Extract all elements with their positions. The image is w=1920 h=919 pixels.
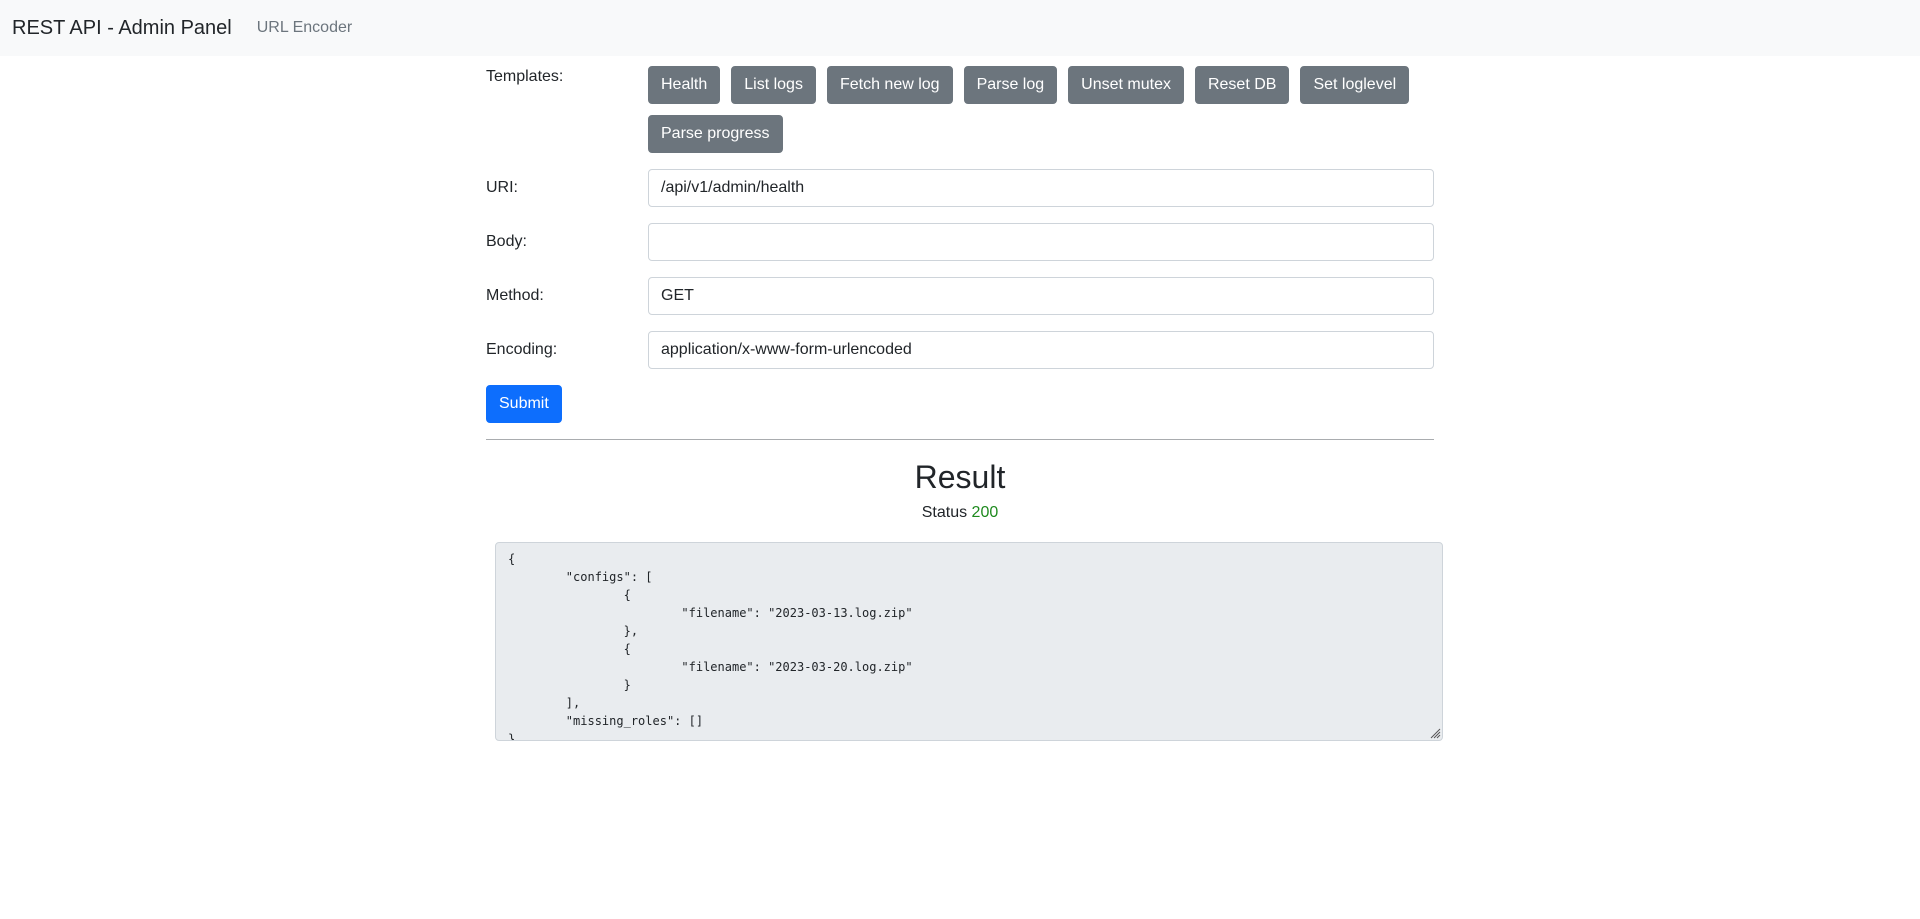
main-form: Templates: Health List logs Fetch new lo… [486, 56, 1434, 522]
encoding-label: Encoding: [486, 341, 558, 358]
encoding-select[interactable] [648, 331, 1434, 369]
result-title: Result [914, 459, 1006, 495]
uri-label: URI: [486, 179, 518, 196]
method-select[interactable] [648, 277, 1434, 315]
navbar-brand[interactable]: REST API - Admin Panel [12, 17, 232, 40]
templates-buttons: Health List logs Fetch new log Parse log… [648, 66, 1434, 153]
template-button-list-logs[interactable]: List logs [731, 66, 816, 104]
template-button-unset-mutex[interactable]: Unset mutex [1068, 66, 1184, 104]
templates-row: Templates: Health List logs Fetch new lo… [486, 66, 1434, 153]
uri-input[interactable] [648, 169, 1434, 207]
body-row: Body: [486, 223, 1434, 261]
submit-row: Submit [486, 385, 1434, 423]
template-button-health[interactable]: Health [648, 66, 721, 104]
templates-label: Templates: [486, 68, 564, 85]
encoding-row: Encoding: [486, 331, 1434, 369]
navbar: REST API - Admin Panel URL Encoder [0, 0, 1920, 56]
template-button-fetch-new-log[interactable]: Fetch new log [826, 66, 953, 104]
method-row: Method: [486, 277, 1434, 315]
resize-handle-icon[interactable] [1429, 727, 1441, 739]
nav-link-url-encoder[interactable]: URL Encoder [257, 19, 352, 37]
divider [486, 439, 1434, 440]
template-button-parse-progress[interactable]: Parse progress [648, 115, 783, 153]
template-button-set-loglevel[interactable]: Set loglevel [1300, 66, 1410, 104]
result-body: { "configs": [ { "filename": "2023-03-13… [508, 552, 913, 741]
result-textarea[interactable]: { "configs": [ { "filename": "2023-03-13… [495, 542, 1443, 741]
uri-row: URI: [486, 169, 1434, 207]
status-label: Status [921, 504, 968, 521]
method-label: Method: [486, 287, 544, 304]
template-button-reset-db[interactable]: Reset DB [1194, 66, 1290, 104]
status-line: Status 200 [486, 504, 1434, 522]
status-code: 200 [971, 504, 999, 521]
submit-button[interactable]: Submit [486, 385, 562, 423]
body-input[interactable] [648, 223, 1434, 261]
body-label: Body: [486, 233, 527, 250]
template-button-parse-log[interactable]: Parse log [963, 66, 1058, 104]
